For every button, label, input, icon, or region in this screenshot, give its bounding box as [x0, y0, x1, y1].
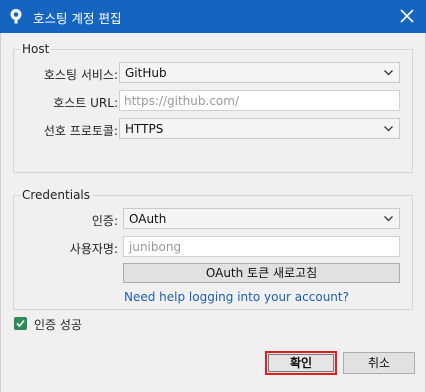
- chevron-down-icon: [384, 216, 393, 222]
- host-group-legend: Host: [22, 42, 50, 56]
- host-url-label: 호스트 URL:: [53, 96, 118, 110]
- refresh-oauth-token-button[interactable]: OAuth 토큰 새로고침: [123, 263, 400, 283]
- auth-success-checkbox[interactable]: [14, 317, 27, 330]
- username-label: 사용자명:: [69, 242, 118, 256]
- preferred-protocol-label: 선호 프로토콜:: [43, 124, 118, 138]
- ok-button[interactable]: 확인: [265, 351, 337, 375]
- close-icon: [400, 9, 414, 23]
- hosting-service-label: 호스팅 서비스:: [43, 68, 118, 82]
- credentials-group-legend: Credentials: [22, 188, 91, 202]
- title-bar: 호스팅 계정 편집: [0, 0, 426, 33]
- auth-success-label: 인증 성공: [34, 318, 82, 332]
- cancel-button[interactable]: 취소: [343, 352, 415, 374]
- username-field[interactable]: junibong: [123, 236, 400, 257]
- host-url-field[interactable]: [119, 90, 400, 111]
- preferred-protocol-value: HTTPS: [125, 122, 164, 136]
- auth-select[interactable]: OAuth: [123, 208, 400, 229]
- window-title: 호스팅 계정 편집: [33, 11, 122, 26]
- sourcetree-logo-icon: [8, 8, 24, 24]
- help-login-link[interactable]: Need help logging into your account?: [124, 290, 349, 304]
- hosting-service-select[interactable]: GitHub: [119, 62, 400, 83]
- chevron-down-icon: [384, 126, 393, 132]
- close-button[interactable]: [394, 4, 420, 28]
- hosting-service-value: GitHub: [125, 66, 167, 80]
- username-value: junibong: [129, 240, 182, 254]
- auth-value: OAuth: [129, 212, 167, 226]
- chevron-down-icon: [384, 70, 393, 76]
- preferred-protocol-select[interactable]: HTTPS: [119, 118, 400, 139]
- auth-label: 인증:: [91, 214, 118, 228]
- host-url-input[interactable]: [124, 93, 395, 108]
- ok-button-label: 확인: [289, 356, 313, 370]
- checkmark-icon: [16, 319, 25, 328]
